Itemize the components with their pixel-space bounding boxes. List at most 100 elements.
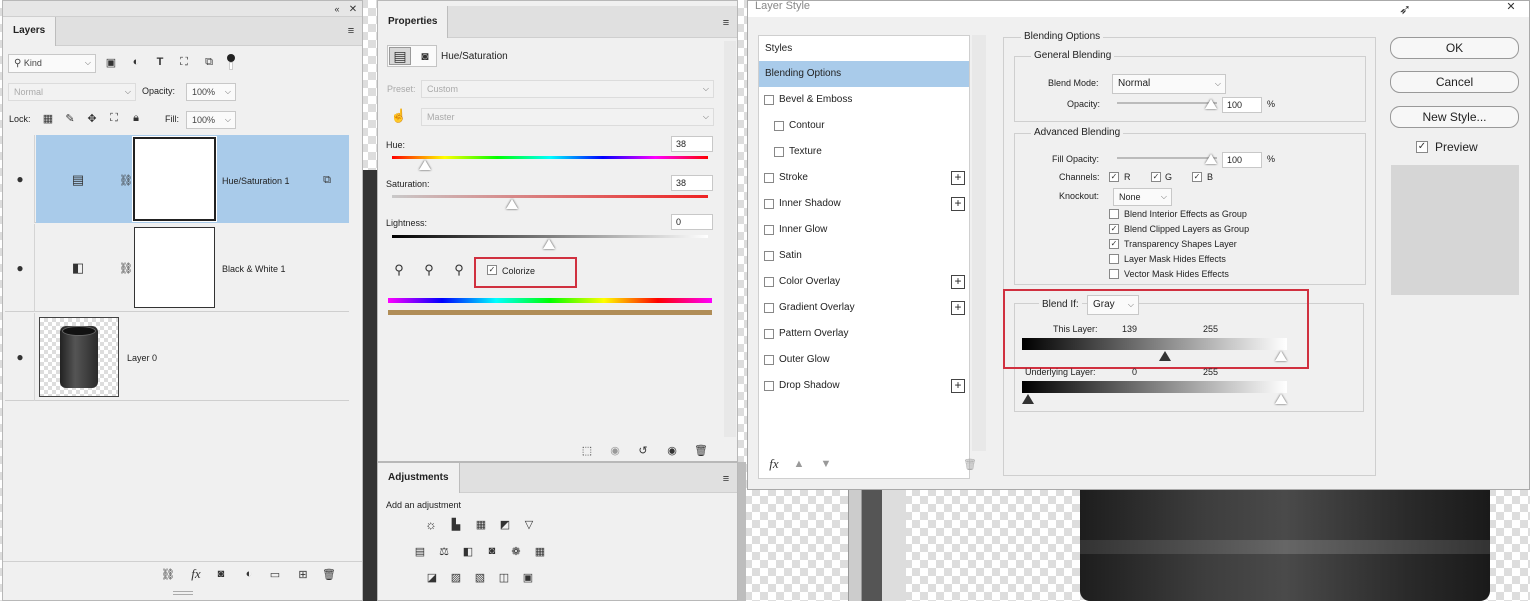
mask-icon[interactable]: ◙ (414, 47, 436, 65)
filter-toggle-icon[interactable] (227, 54, 235, 62)
style-checkbox[interactable] (774, 147, 784, 157)
advanced-option-checkbox[interactable] (1109, 254, 1119, 264)
style-item-drop-shadow[interactable]: Drop Shadow + (759, 373, 969, 399)
move-up-icon[interactable]: ▲ (793, 457, 805, 471)
panel-menu-icon[interactable]: ≡ (345, 25, 357, 37)
style-checkbox[interactable] (764, 225, 774, 235)
trash-icon[interactable]: 🗑︎ (692, 443, 710, 457)
style-checkbox[interactable] (764, 173, 774, 183)
eyedropper-icon[interactable]: ⚲ (391, 262, 407, 278)
style-item-stroke[interactable]: Stroke + (759, 165, 969, 191)
advanced-option-label[interactable]: Blend Clipped Layers as Group (1124, 224, 1249, 234)
new-layer-icon[interactable]: ⊞ (295, 567, 311, 581)
view-previous-icon[interactable]: ◉ (606, 443, 624, 457)
lock-position-icon[interactable]: ✥ (85, 111, 99, 125)
filter-pixel-icon[interactable]: ▣ (104, 55, 118, 69)
properties-scrollbar[interactable] (724, 41, 736, 437)
panel-menu-icon[interactable]: ≡ (720, 473, 732, 485)
tab-adjustments[interactable]: Adjustments (378, 463, 460, 493)
posterize-icon[interactable]: ▨ (448, 569, 464, 585)
advanced-option-checkbox[interactable]: ✓ (1109, 224, 1119, 234)
style-checkbox[interactable] (774, 121, 784, 131)
clip-to-layer-icon[interactable]: ⬚ (578, 443, 596, 457)
link-chain-icon[interactable]: ⛓ (119, 261, 133, 275)
opacity-slider-track[interactable] (1117, 102, 1217, 104)
advanced-option-checkbox[interactable]: ✓ (1109, 239, 1119, 249)
add-effect-plus-icon[interactable]: + (951, 301, 965, 315)
color-balance-icon[interactable]: ⚖ (436, 543, 452, 559)
eyedropper-plus-icon[interactable]: ⚲ (421, 262, 437, 278)
add-effect-plus-icon[interactable]: + (951, 197, 965, 211)
reset-icon[interactable]: ↺ (634, 443, 652, 457)
channel-select[interactable]: Master ⌵ (421, 108, 714, 126)
style-checkbox[interactable] (764, 355, 774, 365)
lock-paint-icon[interactable]: ✎ (63, 111, 77, 125)
resize-grip[interactable] (173, 591, 193, 595)
style-item-gradient-overlay[interactable]: Gradient Overlay + (759, 295, 969, 321)
channel-g-checkbox[interactable]: ✓ (1151, 172, 1161, 182)
style-checkbox[interactable] (764, 329, 774, 339)
style-item-bevel-emboss[interactable]: Bevel & Emboss (759, 87, 969, 113)
layer-opacity-field[interactable]: 100% ⌵ (186, 83, 236, 101)
layer-row-black-white[interactable]: ● ◧ ⛓ Black & White 1 (5, 224, 349, 312)
advanced-option-label[interactable]: Blend Interior Effects as Group (1124, 209, 1247, 219)
style-item-blending-options[interactable]: Blending Options (759, 61, 969, 87)
preview-checkbox[interactable]: ✓ (1416, 141, 1428, 153)
underlying-white-thumb[interactable] (1275, 394, 1287, 404)
hue-saturation-icon[interactable]: ▤ (412, 543, 428, 559)
channel-b-checkbox[interactable]: ✓ (1192, 172, 1202, 182)
hue-slider-thumb[interactable] (419, 160, 431, 170)
preset-select[interactable]: Custom ⌵ (421, 80, 714, 98)
style-item-texture[interactable]: Texture (759, 139, 969, 165)
advanced-option-label[interactable]: Vector Mask Hides Effects (1124, 269, 1229, 279)
invert-icon[interactable]: ◪ (424, 569, 440, 585)
layer-mask-thumbnail[interactable] (132, 136, 217, 222)
advanced-option-checkbox[interactable] (1109, 269, 1119, 279)
filter-adjustment-icon[interactable]: ◐ (129, 55, 143, 69)
link-chain-icon[interactable]: ⛓ (119, 173, 133, 187)
style-item-contour[interactable]: Contour (759, 113, 969, 139)
style-item-color-overlay[interactable]: Color Overlay + (759, 269, 969, 295)
preview-label[interactable]: Preview (1435, 140, 1478, 154)
eye-icon[interactable]: ● (13, 172, 27, 186)
layer-mask-thumbnail[interactable] (134, 227, 215, 308)
hue-slider-track[interactable] (392, 156, 708, 159)
opacity-slider-thumb[interactable] (1205, 99, 1217, 109)
eye-icon[interactable]: ● (13, 350, 27, 364)
fx-icon[interactable]: fx (766, 456, 782, 471)
add-effect-plus-icon[interactable]: + (951, 379, 965, 393)
add-effect-plus-icon[interactable]: + (951, 275, 965, 289)
new-group-icon[interactable]: ▭ (267, 567, 283, 581)
layer-fill-field[interactable]: 100% ⌵ (186, 111, 236, 129)
targeted-adjustment-hand-icon[interactable]: ☝ (390, 107, 408, 125)
new-adjustment-icon[interactable]: ◐ (241, 567, 257, 581)
vibrance-icon[interactable]: ▽ (521, 516, 537, 532)
style-checkbox[interactable] (764, 303, 774, 313)
lightness-value-field[interactable]: 0 (671, 214, 713, 230)
trash-icon[interactable]: 🗑︎ (321, 567, 337, 581)
layer-blend-mode-select[interactable]: Normal ⌵ (8, 83, 136, 101)
style-item-inner-shadow[interactable]: Inner Shadow + (759, 191, 969, 217)
black-white-icon[interactable]: ◧ (460, 543, 476, 559)
close-icon[interactable]: ✕ (1504, 0, 1518, 13)
knockout-select[interactable]: None ⌵ (1113, 188, 1172, 206)
brightness-contrast-icon[interactable]: ☼ (423, 516, 439, 532)
saturation-slider-thumb[interactable] (506, 199, 518, 209)
style-item-inner-glow[interactable]: Inner Glow (759, 217, 969, 243)
hue-value-field[interactable]: 38 (671, 136, 713, 152)
layer-name[interactable]: Black & White 1 (222, 264, 286, 274)
channel-r-checkbox[interactable]: ✓ (1109, 172, 1119, 182)
exposure-icon[interactable]: ◩ (497, 516, 513, 532)
link-layers-icon[interactable]: ⛓ (160, 567, 176, 581)
filter-smart-object-icon[interactable]: ⧉ (202, 55, 216, 69)
gradient-map-icon[interactable]: ◫ (496, 569, 512, 585)
threshold-icon[interactable]: ▧ (472, 569, 488, 585)
cancel-button[interactable]: Cancel (1390, 71, 1519, 93)
underlying-black-thumb[interactable] (1022, 394, 1034, 404)
layer-row-hue-saturation[interactable]: ● ▤ ⛓ Hue/Saturation 1 ⧉ (5, 135, 349, 223)
underlying-gradient[interactable] (1022, 381, 1287, 393)
style-checkbox[interactable] (764, 277, 774, 287)
style-item-outer-glow[interactable]: Outer Glow (759, 347, 969, 373)
layer-name[interactable]: Hue/Saturation 1 (222, 176, 290, 186)
eye-icon[interactable]: ● (13, 261, 27, 275)
